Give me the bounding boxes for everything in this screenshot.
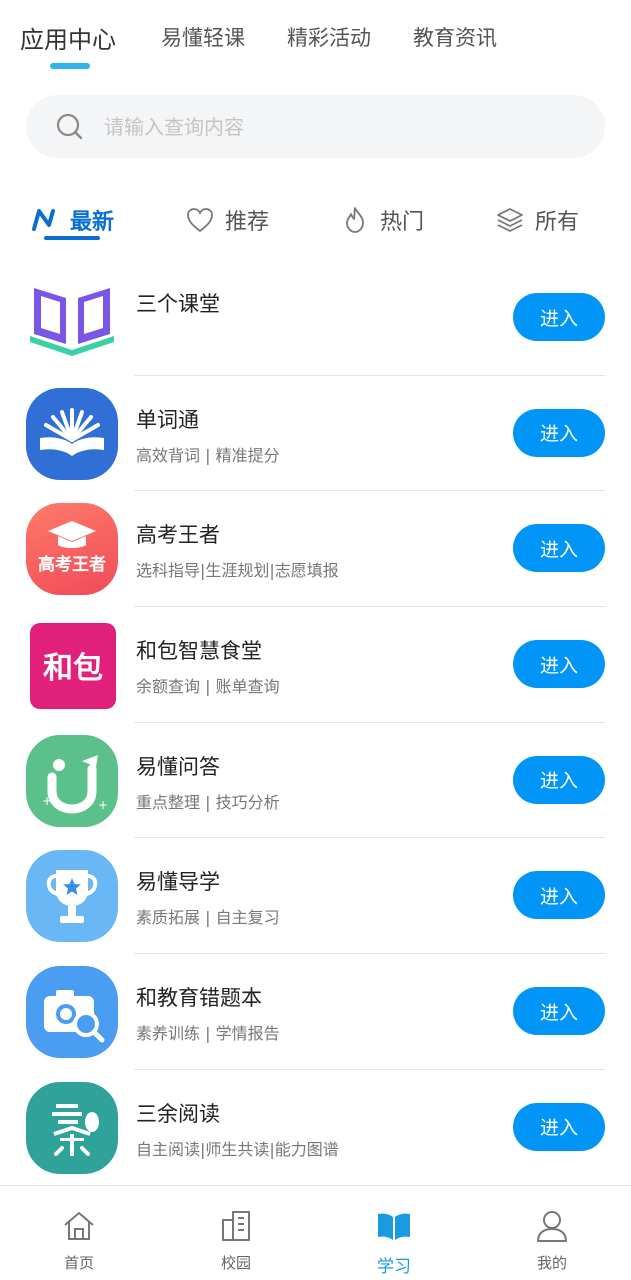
tab-education-news[interactable]: 教育资讯 xyxy=(413,22,497,52)
app-title: 易懂问答 xyxy=(136,754,220,779)
book-icon xyxy=(26,272,118,364)
open-book-fan-icon xyxy=(26,387,118,480)
trophy-icon xyxy=(26,850,118,943)
svg-text:高考王者: 高考王者 xyxy=(38,554,106,575)
user-icon xyxy=(537,1211,567,1242)
app-subtitle: 高效背词 | 精准提分 xyxy=(136,445,280,465)
enter-button[interactable]: 进入 xyxy=(513,871,605,920)
tab-activities[interactable]: 精彩活动 xyxy=(287,22,371,52)
u-question-icon: + + xyxy=(26,734,118,827)
nav-campus[interactable]: 校园 xyxy=(181,1186,291,1280)
enter-button[interactable]: 进入 xyxy=(513,987,605,1036)
top-tab-bar: 应用中心 易懂轻课 精彩活动 教育资讯 xyxy=(0,0,631,80)
app-subtitle: 素质拓展 | 自主复习 xyxy=(136,908,280,928)
search-input[interactable] xyxy=(104,95,564,158)
bottom-nav: 首页 校园 学习 我的 xyxy=(0,1185,631,1280)
app-title: 高考王者 xyxy=(136,523,220,548)
enter-button[interactable]: 进入 xyxy=(513,408,605,457)
tab-latest[interactable]: 最新 xyxy=(30,200,114,240)
tab-easy-lessons[interactable]: 易懂轻课 xyxy=(161,22,245,52)
tab-all[interactable]: 所有 xyxy=(495,200,579,240)
app-subtitle: 余额查询 | 账单查询 xyxy=(136,677,280,697)
list-item[interactable]: 高考王者 高考王者 选科指导|生涯规划|志愿填报 进入 xyxy=(0,491,631,608)
nav-label: 我的 xyxy=(536,1254,567,1272)
reading-icon xyxy=(26,1081,118,1174)
heart-icon xyxy=(187,208,213,233)
tab-app-center[interactable]: 应用中心 xyxy=(20,20,116,55)
new-n-icon xyxy=(32,209,55,231)
nav-label: 校园 xyxy=(220,1254,251,1272)
nav-home[interactable]: 首页 xyxy=(24,1186,134,1280)
svg-text:+: + xyxy=(42,794,52,808)
home-icon xyxy=(64,1212,94,1240)
search-icon xyxy=(56,113,83,140)
list-item[interactable]: + + 易懂问答 重点整理 | 技巧分析 进入 xyxy=(0,723,631,839)
nav-label: 首页 xyxy=(63,1254,94,1272)
nav-mine[interactable]: 我的 xyxy=(497,1186,607,1280)
app-subtitle: 重点整理 | 技巧分析 xyxy=(136,792,280,812)
list-item[interactable]: 易懂导学 素质拓展 | 自主复习 进入 xyxy=(0,838,631,955)
active-category-indicator xyxy=(44,236,100,240)
tab-label: 所有 xyxy=(535,210,580,235)
study-book-icon xyxy=(378,1213,410,1240)
search-bar[interactable] xyxy=(26,95,605,158)
layers-icon xyxy=(497,208,523,232)
app-title: 和包智慧食堂 xyxy=(136,639,262,664)
app-title: 和教育错题本 xyxy=(136,986,262,1011)
app-title: 三个课堂 xyxy=(136,292,220,316)
tab-recommended[interactable]: 推荐 xyxy=(185,200,269,240)
app-title: 三余阅读 xyxy=(136,1101,220,1126)
enter-button[interactable]: 进入 xyxy=(513,640,605,689)
app-subtitle: 素养训练 | 学情报告 xyxy=(136,1024,280,1044)
app-title: 单词通 xyxy=(136,407,199,432)
app-subtitle: 自主阅读|师生共读|能力图谱 xyxy=(136,1139,339,1159)
nav-study[interactable]: 学习 xyxy=(339,1186,449,1280)
app-subtitle: 选科指导|生涯规划|志愿填报 xyxy=(136,561,339,581)
list-item[interactable]: 三个课堂 进入 xyxy=(0,260,631,376)
list-item[interactable]: 和教育错题本 素养训练 | 学情报告 进入 xyxy=(0,954,631,1070)
tab-label: 热门 xyxy=(380,210,425,235)
list-item[interactable]: 三余阅读 自主阅读|师生共读|能力图谱 进入 xyxy=(0,1070,631,1186)
camera-search-icon xyxy=(26,966,118,1059)
active-tab-indicator xyxy=(50,63,90,69)
enter-button[interactable]: 进入 xyxy=(513,524,605,573)
tab-label: 推荐 xyxy=(225,210,270,235)
enter-button[interactable]: 进入 xyxy=(513,1102,605,1151)
list-item[interactable]: 单词通 高效背词 | 精准提分 进入 xyxy=(0,376,631,492)
graduation-cap-icon: 高考王者 xyxy=(26,503,118,596)
hebao-logo-icon: 和包 xyxy=(30,623,116,710)
enter-button[interactable]: 进入 xyxy=(513,293,605,341)
campus-icon xyxy=(222,1211,250,1241)
svg-text:和包: 和包 xyxy=(43,651,103,686)
list-item[interactable]: 和包 和包智慧食堂 余额查询 | 账单查询 进入 xyxy=(0,607,631,723)
flame-icon xyxy=(346,207,364,233)
svg-text:+: + xyxy=(98,798,108,812)
category-tab-bar: 最新 推荐 热门 所有 xyxy=(0,190,631,250)
app-title: 易懂导学 xyxy=(136,870,220,895)
tab-label: 最新 xyxy=(70,210,115,235)
app-list: 三个课堂 进入 单词通 高效背词 | 精准提分 进入 高考王者 高考王者 选科指… xyxy=(0,260,631,1186)
enter-button[interactable]: 进入 xyxy=(513,755,605,804)
nav-label: 学习 xyxy=(377,1257,411,1277)
tab-popular[interactable]: 热门 xyxy=(340,200,424,240)
